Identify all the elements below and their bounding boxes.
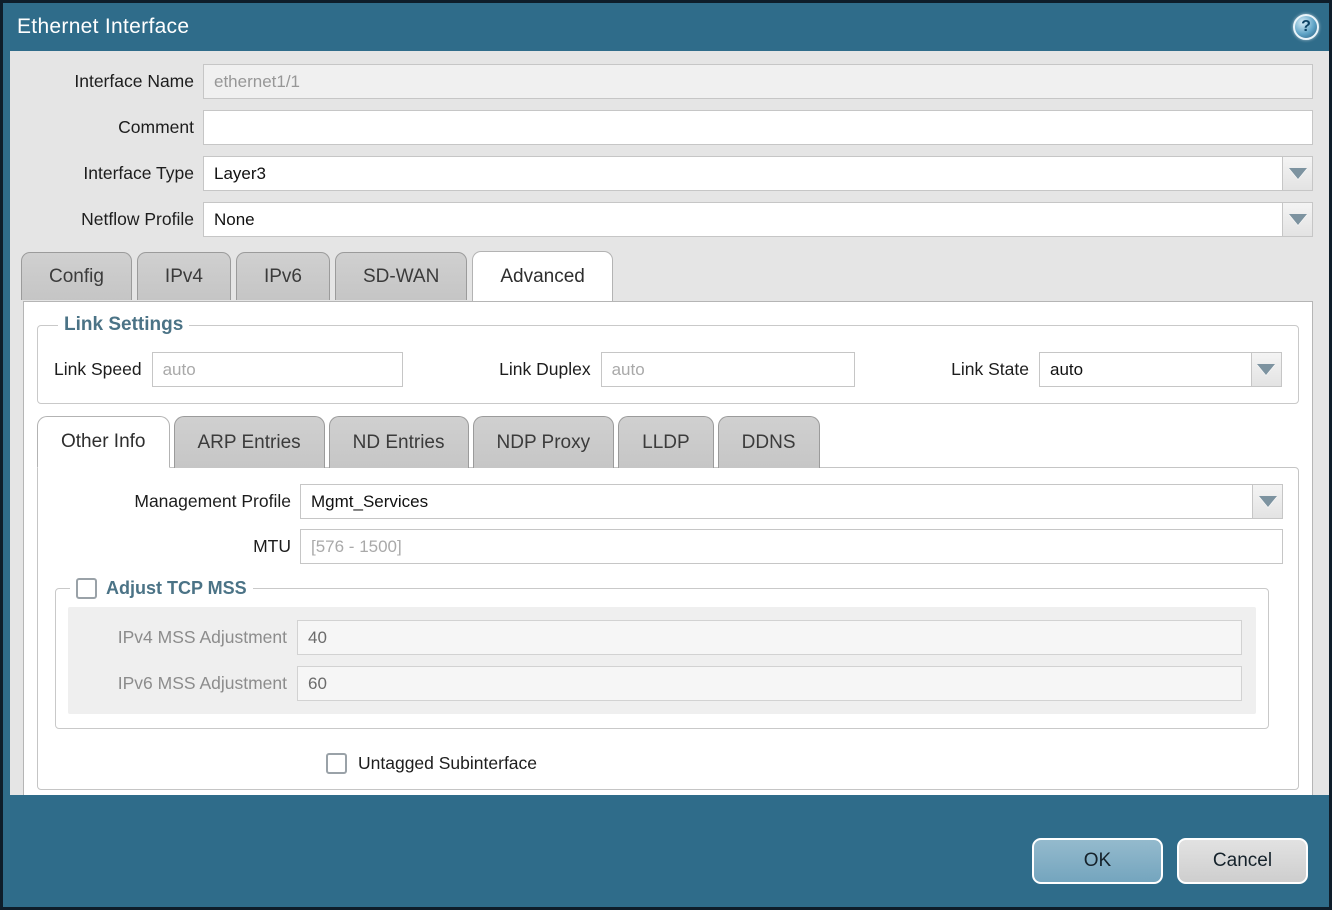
management-profile-dropdown[interactable]: Mgmt_Services <box>300 484 1283 519</box>
comment-row: Comment <box>10 110 1313 145</box>
tab-ipv6[interactable]: IPv6 <box>236 252 330 300</box>
management-profile-label: Management Profile <box>38 491 300 512</box>
link-state-group: Link State auto <box>951 352 1282 387</box>
interface-type-value: Layer3 <box>204 164 1282 184</box>
comment-label: Comment <box>10 117 203 138</box>
adjust-tcp-mss-legend: Adjust TCP MSS <box>70 578 253 599</box>
link-settings-legend: Link Settings <box>58 314 189 336</box>
netflow-profile-row: Netflow Profile None <box>10 202 1313 237</box>
subtab-ddns[interactable]: DDNS <box>718 416 820 468</box>
title-bar: Ethernet Interface ? <box>3 3 1329 51</box>
ipv6-mss-label: IPv6 MSS Adjustment <box>82 673 297 694</box>
interface-name-label: Interface Name <box>10 71 203 92</box>
netflow-profile-value: None <box>204 210 1282 230</box>
ipv4-mss-field <box>297 620 1242 655</box>
netflow-profile-dropdown-button[interactable] <box>1282 203 1312 236</box>
subtab-nd-entries[interactable]: ND Entries <box>329 416 469 468</box>
link-duplex-field[interactable] <box>601 352 855 387</box>
link-duplex-group: Link Duplex <box>499 352 854 387</box>
link-speed-group: Link Speed <box>54 352 403 387</box>
interface-name-field <box>203 64 1313 99</box>
subtab-other-info[interactable]: Other Info <box>37 416 170 468</box>
ipv4-mss-label: IPv4 MSS Adjustment <box>82 627 297 648</box>
untagged-subinterface-label: Untagged Subinterface <box>358 753 537 774</box>
adjust-tcp-mss-group: Adjust TCP MSS IPv4 MSS Adjustment IPv6 … <box>55 578 1269 729</box>
chevron-down-icon <box>1289 168 1307 179</box>
subtab-arp-entries[interactable]: ARP Entries <box>174 416 325 468</box>
interface-type-label: Interface Type <box>10 163 203 184</box>
link-speed-label: Link Speed <box>54 359 152 380</box>
management-profile-value: Mgmt_Services <box>301 492 1252 512</box>
adjust-tcp-mss-checkbox[interactable] <box>76 578 97 599</box>
advanced-tab-panel: Link Settings Link Speed Link Duplex Lin… <box>23 301 1313 795</box>
dialog-title: Ethernet Interface <box>17 15 189 39</box>
tab-advanced[interactable]: Advanced <box>472 251 613 301</box>
untagged-subinterface-checkbox[interactable] <box>326 753 347 774</box>
mtu-field[interactable] <box>300 529 1283 564</box>
subtab-lldp[interactable]: LLDP <box>618 416 714 468</box>
mtu-label: MTU <box>38 536 300 557</box>
main-tab-bar: Config IPv4 IPv6 SD-WAN Advanced <box>21 251 1329 301</box>
sub-tab-bar: Other Info ARP Entries ND Entries NDP Pr… <box>37 415 1299 467</box>
link-settings-row: Link Speed Link Duplex Link State auto <box>54 352 1282 387</box>
link-state-dropdown[interactable]: auto <box>1039 352 1282 387</box>
dialog-footer: OK Cancel <box>3 828 1329 907</box>
link-state-label: Link State <box>951 359 1039 380</box>
link-speed-field[interactable] <box>152 352 403 387</box>
ipv4-mss-row: IPv4 MSS Adjustment <box>82 620 1242 655</box>
adjust-tcp-mss-legend-text: Adjust TCP MSS <box>106 578 247 599</box>
link-state-value: auto <box>1040 360 1251 380</box>
chevron-down-icon <box>1257 364 1275 375</box>
comment-field[interactable] <box>203 110 1313 145</box>
help-icon[interactable]: ? <box>1293 14 1319 40</box>
ethernet-interface-dialog: Ethernet Interface ? Interface Name Comm… <box>0 0 1332 910</box>
link-settings-group: Link Settings Link Speed Link Duplex Lin… <box>37 314 1299 404</box>
tab-sdwan[interactable]: SD-WAN <box>335 252 467 300</box>
management-profile-dropdown-button[interactable] <box>1252 485 1282 518</box>
cancel-button[interactable]: Cancel <box>1177 838 1308 884</box>
link-duplex-label: Link Duplex <box>499 359 600 380</box>
netflow-profile-dropdown[interactable]: None <box>203 202 1313 237</box>
mss-disabled-panel: IPv4 MSS Adjustment IPv6 MSS Adjustment <box>68 607 1256 714</box>
untagged-subinterface-row: Untagged Subinterface <box>326 753 1283 774</box>
management-profile-row: Management Profile Mgmt_Services <box>38 484 1283 519</box>
interface-type-row: Interface Type Layer3 <box>10 156 1313 191</box>
chevron-down-icon <box>1259 496 1277 507</box>
dialog-body: Interface Name Comment Interface Type La… <box>3 51 1329 795</box>
other-info-panel: Management Profile Mgmt_Services MTU Adj… <box>37 467 1299 790</box>
interface-type-dropdown[interactable]: Layer3 <box>203 156 1313 191</box>
netflow-profile-label: Netflow Profile <box>10 209 203 230</box>
subtab-ndp-proxy[interactable]: NDP Proxy <box>473 416 615 468</box>
mtu-row: MTU <box>38 529 1283 564</box>
interface-name-row: Interface Name <box>10 64 1313 99</box>
interface-type-dropdown-button[interactable] <box>1282 157 1312 190</box>
chevron-down-icon <box>1289 214 1307 225</box>
tab-config[interactable]: Config <box>21 252 132 300</box>
tab-ipv4[interactable]: IPv4 <box>137 252 231 300</box>
ok-button[interactable]: OK <box>1032 838 1163 884</box>
ipv6-mss-row: IPv6 MSS Adjustment <box>82 666 1242 701</box>
link-state-dropdown-button[interactable] <box>1251 353 1281 386</box>
ipv6-mss-field <box>297 666 1242 701</box>
